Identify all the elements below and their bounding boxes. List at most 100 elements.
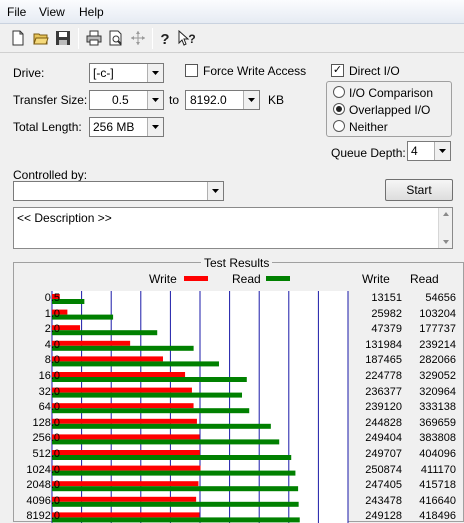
transfer-size-from-value: 0.5 bbox=[112, 93, 129, 107]
read-bar bbox=[52, 423, 271, 429]
read-bar bbox=[52, 361, 219, 367]
menu-help[interactable]: Help bbox=[79, 5, 104, 19]
write-value: 13151 bbox=[371, 292, 402, 304]
chevron-down-icon bbox=[147, 64, 163, 82]
chevron-down-icon bbox=[207, 182, 223, 200]
category-label: 64.0 bbox=[38, 401, 60, 414]
total-length-select[interactable]: 256 MB bbox=[89, 117, 164, 137]
write-value: 247405 bbox=[365, 479, 402, 492]
total-length-label: Total Length: bbox=[13, 120, 82, 134]
svg-text:?: ? bbox=[160, 31, 169, 46]
category-label: 32.0 bbox=[38, 385, 60, 398]
queue-depth-value: 4 bbox=[411, 144, 418, 158]
read-bar bbox=[52, 486, 299, 492]
read-value: 411170 bbox=[420, 463, 456, 476]
menu-file[interactable]: File bbox=[7, 5, 26, 19]
description-textarea[interactable]: << Description >> bbox=[13, 207, 453, 249]
transfer-size-unit: KB bbox=[268, 93, 285, 107]
menu-view[interactable]: View bbox=[39, 5, 65, 19]
write-value: 250874 bbox=[365, 463, 402, 476]
write-value: 236377 bbox=[365, 385, 402, 398]
svg-text:?: ? bbox=[188, 32, 195, 46]
read-value: 239214 bbox=[419, 338, 456, 351]
io-comparison-label: I/O Comparison bbox=[349, 86, 434, 100]
write-bar bbox=[52, 403, 194, 409]
save-icon[interactable] bbox=[53, 28, 73, 48]
transfer-size-to-label: to bbox=[169, 93, 180, 107]
read-bar bbox=[52, 455, 292, 460]
category-label: 0.5 bbox=[44, 292, 60, 304]
read-value: 320964 bbox=[419, 385, 456, 398]
write-bar bbox=[52, 512, 200, 518]
controlled-by-select[interactable] bbox=[13, 181, 224, 201]
read-value: 404096 bbox=[419, 448, 456, 460]
write-bar bbox=[52, 418, 197, 424]
drive-label: Drive: bbox=[13, 66, 45, 80]
read-value: 415718 bbox=[419, 479, 456, 492]
queue-depth-select[interactable]: 4 bbox=[407, 141, 451, 161]
overlapped-io-label: Overlapped I/O bbox=[349, 103, 431, 117]
read-value: 103204 bbox=[419, 307, 456, 320]
write-bar bbox=[52, 450, 200, 455]
write-value: 239120 bbox=[365, 401, 402, 414]
transfer-size-to-value: 8192.0 bbox=[190, 93, 227, 107]
description-text: << Description >> bbox=[17, 211, 112, 225]
test-results-panel: Test Results Write Read Write Read 05010… bbox=[13, 256, 464, 523]
read-bar bbox=[52, 501, 299, 507]
print-icon[interactable] bbox=[84, 28, 104, 48]
read-value: 416640 bbox=[419, 494, 456, 507]
open-folder-icon[interactable] bbox=[31, 28, 51, 48]
toolbar-separator bbox=[152, 28, 153, 49]
radio-overlapped-io[interactable] bbox=[333, 103, 345, 115]
category-label: 128.0 bbox=[32, 416, 60, 429]
chevron-down-icon bbox=[243, 91, 259, 109]
radio-io-comparison[interactable] bbox=[333, 86, 345, 98]
read-bar bbox=[52, 408, 250, 414]
print-preview-icon[interactable] bbox=[106, 28, 126, 48]
category-label: 4.0 bbox=[44, 338, 60, 351]
category-label: 8192.0 bbox=[26, 510, 60, 523]
transfer-size-from-select[interactable]: 0.5 bbox=[89, 90, 164, 110]
read-value: 329052 bbox=[419, 370, 456, 382]
category-label: 2048.0 bbox=[26, 479, 60, 492]
read-value: 333138 bbox=[419, 401, 456, 414]
read-bar bbox=[52, 377, 247, 382]
description-scrollbar[interactable] bbox=[438, 208, 452, 248]
write-value: 249128 bbox=[365, 510, 402, 523]
write-bar bbox=[52, 465, 201, 471]
move-icon[interactable] bbox=[128, 28, 148, 48]
write-value: 47379 bbox=[371, 323, 402, 336]
drive-value: [-c-] bbox=[93, 66, 114, 80]
write-value: 224778 bbox=[365, 370, 402, 382]
write-value: 244828 bbox=[365, 416, 402, 429]
read-value: 54656 bbox=[425, 292, 456, 304]
start-button[interactable]: Start bbox=[385, 179, 453, 201]
write-value: 249404 bbox=[365, 432, 402, 445]
category-label: 2.0 bbox=[44, 323, 60, 336]
read-value: 177737 bbox=[419, 323, 456, 336]
read-bar bbox=[52, 314, 114, 320]
read-bar bbox=[52, 470, 296, 476]
transfer-size-to-select[interactable]: 8192.0 bbox=[185, 90, 260, 110]
direct-io-checkbox[interactable]: ✓ bbox=[331, 64, 344, 77]
force-write-label: Force Write Access bbox=[203, 64, 307, 78]
menu-bar: File View Help bbox=[0, 0, 464, 24]
new-file-icon[interactable] bbox=[8, 28, 28, 48]
write-bar bbox=[52, 356, 163, 362]
queue-depth-label: Queue Depth: bbox=[331, 146, 406, 160]
help-icon[interactable]: ? bbox=[155, 28, 175, 48]
force-write-checkbox[interactable] bbox=[185, 64, 198, 77]
read-value: 282066 bbox=[419, 354, 456, 367]
read-value: 383808 bbox=[419, 432, 456, 445]
category-label: 256.0 bbox=[32, 432, 60, 445]
write-value: 249707 bbox=[365, 448, 402, 460]
context-help-icon[interactable]: ? bbox=[177, 28, 197, 48]
chevron-down-icon bbox=[434, 142, 450, 160]
total-length-value: 256 MB bbox=[93, 120, 135, 134]
radio-neither[interactable] bbox=[333, 120, 345, 132]
read-bar bbox=[52, 345, 194, 351]
read-bar bbox=[52, 392, 243, 398]
drive-select[interactable]: [-c-] bbox=[89, 63, 164, 83]
toolbar-separator bbox=[78, 28, 79, 49]
neither-label: Neither bbox=[349, 120, 388, 134]
